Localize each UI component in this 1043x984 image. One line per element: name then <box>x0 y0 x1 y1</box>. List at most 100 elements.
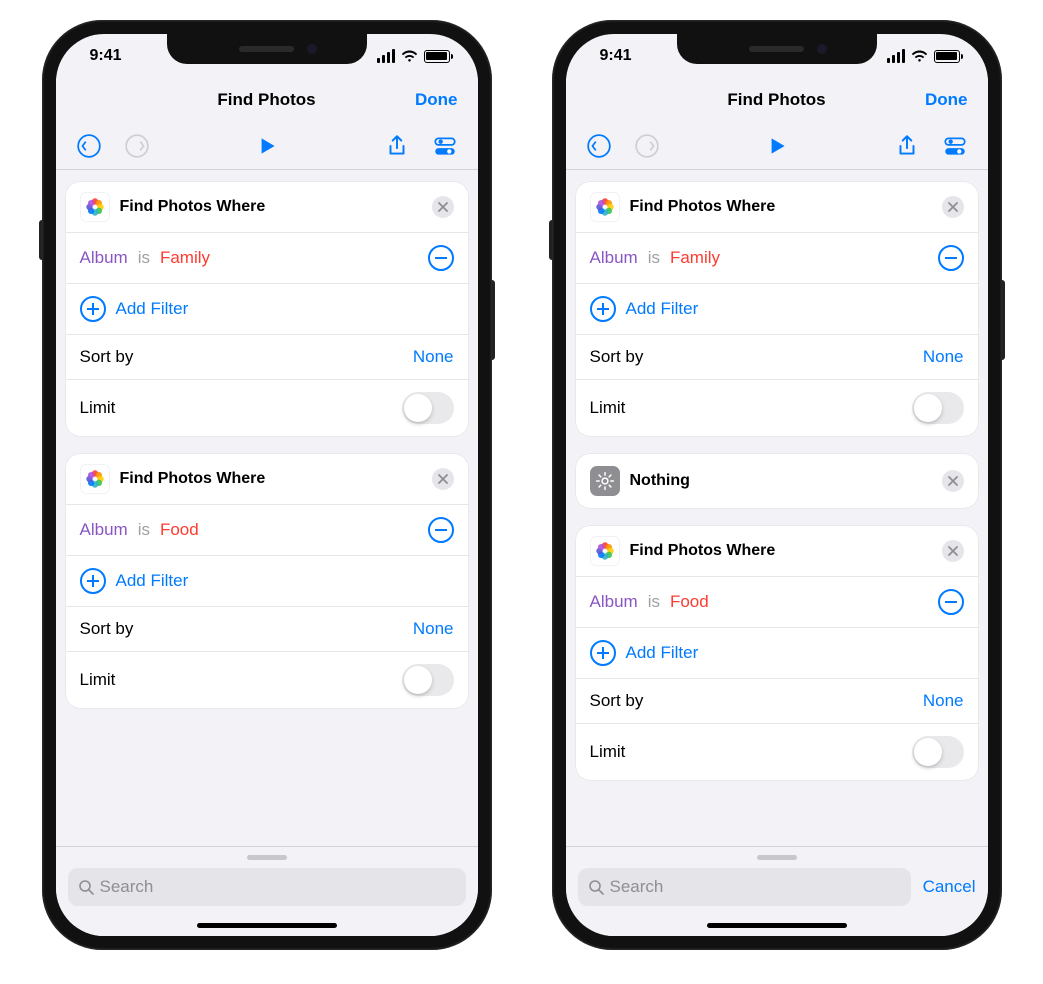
add-filter-row[interactable]: Add Filter <box>66 555 468 606</box>
add-filter-row[interactable]: Add Filter <box>576 283 978 334</box>
remove-filter-button[interactable] <box>428 517 454 543</box>
filter-field[interactable]: Album <box>80 248 128 268</box>
add-filter-row[interactable]: Add Filter <box>576 627 978 678</box>
nav-bar: Find Photos Done <box>56 78 478 122</box>
sort-by-value[interactable]: None <box>923 347 964 367</box>
filter-operator[interactable]: is <box>138 248 150 268</box>
sheet-grabber[interactable] <box>757 855 797 860</box>
device-notch <box>677 34 877 64</box>
limit-label: Limit <box>590 742 912 762</box>
redo-button[interactable] <box>124 133 150 159</box>
phone-left: 9:41 Find Photos Done <box>42 20 492 950</box>
filter-value[interactable]: Food <box>670 592 709 612</box>
filter-row[interactable]: Album is Food <box>576 576 978 627</box>
filter-row[interactable]: Album is Family <box>66 232 468 283</box>
undo-button[interactable] <box>76 133 102 159</box>
remove-filter-button[interactable] <box>428 245 454 271</box>
action-card: Find Photos Where Album is Family Add Fi… <box>66 182 468 436</box>
limit-switch[interactable] <box>912 392 964 424</box>
limit-switch[interactable] <box>402 392 454 424</box>
add-filter-label: Add Filter <box>626 299 699 319</box>
limit-row: Limit <box>576 723 978 780</box>
filter-operator[interactable]: is <box>138 520 150 540</box>
filter-value[interactable]: Food <box>160 520 199 540</box>
search-icon <box>588 879 604 895</box>
search-icon <box>78 879 94 895</box>
search-placeholder: Search <box>610 877 664 897</box>
photos-app-icon <box>590 536 620 566</box>
filter-row[interactable]: Album is Family <box>576 232 978 283</box>
toolbar <box>56 122 478 170</box>
plus-icon <box>80 568 106 594</box>
action-title: Find Photos Where <box>630 198 932 216</box>
photos-app-icon <box>590 192 620 222</box>
remove-action-button[interactable] <box>942 470 964 492</box>
settings-toggle-button[interactable] <box>942 133 968 159</box>
sort-by-row[interactable]: Sort by None <box>576 334 978 379</box>
filter-field[interactable]: Album <box>80 520 128 540</box>
plus-icon <box>80 296 106 322</box>
sort-by-value[interactable]: None <box>413 347 454 367</box>
filter-value[interactable]: Family <box>670 248 720 268</box>
content-area[interactable]: Find Photos Where Album is Family Add Fi… <box>56 170 478 846</box>
filter-operator[interactable]: is <box>648 248 660 268</box>
sort-by-label: Sort by <box>590 347 923 367</box>
filter-value[interactable]: Family <box>160 248 210 268</box>
filter-field[interactable]: Album <box>590 592 638 612</box>
sort-by-row[interactable]: Sort by None <box>576 678 978 723</box>
settings-toggle-button[interactable] <box>432 133 458 159</box>
limit-label: Limit <box>80 670 402 690</box>
filter-row[interactable]: Album is Food <box>66 504 468 555</box>
share-button[interactable] <box>894 133 920 159</box>
toolbar <box>566 122 988 170</box>
battery-icon <box>934 50 960 63</box>
action-card: Find Photos Where Album is Food Add Filt… <box>576 526 978 780</box>
redo-button[interactable] <box>634 133 660 159</box>
play-button[interactable] <box>764 133 790 159</box>
device-notch <box>167 34 367 64</box>
search-input[interactable]: Search <box>68 868 466 906</box>
remove-filter-button[interactable] <box>938 245 964 271</box>
cancel-button[interactable]: Cancel <box>923 877 976 897</box>
limit-label: Limit <box>80 398 402 418</box>
filter-field[interactable]: Album <box>590 248 638 268</box>
undo-button[interactable] <box>586 133 612 159</box>
content-area[interactable]: Find Photos Where Album is Family Add Fi… <box>566 170 988 846</box>
remove-filter-button[interactable] <box>938 589 964 615</box>
search-placeholder: Search <box>100 877 154 897</box>
sort-by-row[interactable]: Sort by None <box>66 334 468 379</box>
remove-action-button[interactable] <box>942 540 964 562</box>
remove-action-button[interactable] <box>432 468 454 490</box>
done-button[interactable]: Done <box>415 90 458 110</box>
page-title: Find Photos <box>727 90 825 110</box>
play-button[interactable] <box>254 133 280 159</box>
sort-by-label: Sort by <box>590 691 923 711</box>
action-card: Find Photos Where Album is Family Add Fi… <box>576 182 978 436</box>
signal-icon <box>887 49 905 63</box>
home-indicator[interactable] <box>707 923 847 928</box>
add-filter-label: Add Filter <box>116 299 189 319</box>
action-card: Find Photos Where Album is Food Add Filt… <box>66 454 468 708</box>
photos-app-icon <box>80 192 110 222</box>
status-time: 9:41 <box>90 47 122 65</box>
page-title: Find Photos <box>217 90 315 110</box>
filter-operator[interactable]: is <box>648 592 660 612</box>
limit-label: Limit <box>590 398 912 418</box>
limit-switch[interactable] <box>402 664 454 696</box>
home-indicator[interactable] <box>197 923 337 928</box>
search-input[interactable]: Search <box>578 868 911 906</box>
remove-action-button[interactable] <box>942 196 964 218</box>
action-title: Find Photos Where <box>120 470 422 488</box>
status-time: 9:41 <box>600 47 632 65</box>
phone-right: 9:41 Find Photos Done <box>552 20 1002 950</box>
remove-action-button[interactable] <box>432 196 454 218</box>
add-filter-row[interactable]: Add Filter <box>66 283 468 334</box>
sort-by-value[interactable]: None <box>413 619 454 639</box>
done-button[interactable]: Done <box>925 90 968 110</box>
limit-switch[interactable] <box>912 736 964 768</box>
share-button[interactable] <box>384 133 410 159</box>
sort-by-row[interactable]: Sort by None <box>66 606 468 651</box>
sort-by-value[interactable]: None <box>923 691 964 711</box>
sheet-grabber[interactable] <box>247 855 287 860</box>
add-filter-label: Add Filter <box>116 571 189 591</box>
